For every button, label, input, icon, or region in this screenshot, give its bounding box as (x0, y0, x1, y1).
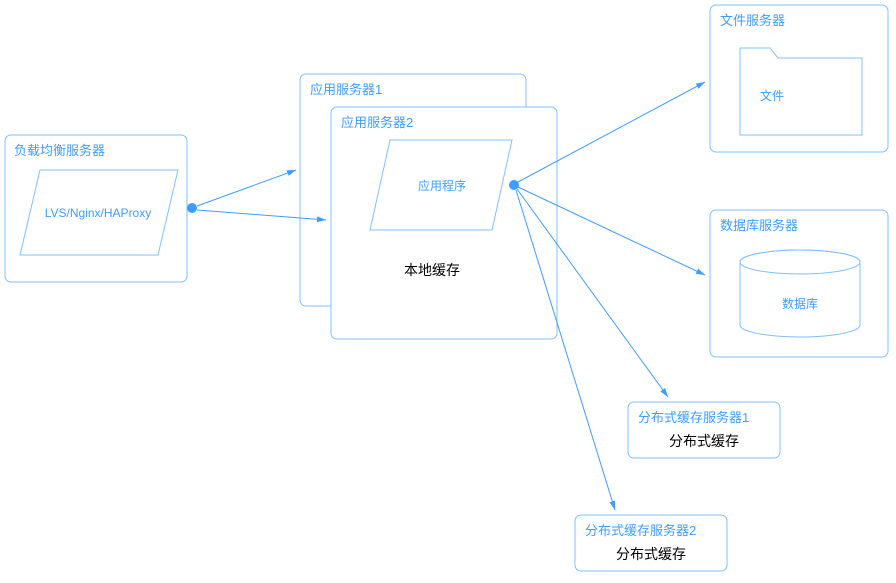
app2-title: 应用服务器2 (341, 115, 413, 130)
load-balancer-node: 负载均衡服务器 LVS/Nginx/HAProxy (5, 135, 187, 282)
architecture-diagram: 负载均衡服务器 LVS/Nginx/HAProxy 应用服务器1 应用服务器2 … (0, 0, 896, 583)
lb-inner-label: LVS/Nginx/HAProxy (45, 206, 151, 220)
dcache-2-node: 分布式缓存服务器2 分布式缓存 (575, 515, 727, 571)
dcache1-title: 分布式缓存服务器1 (638, 410, 749, 425)
dcache2-label: 分布式缓存 (616, 546, 686, 562)
db-server-node: 数据库服务器 数据库 (710, 210, 888, 357)
fileserver-inner-label: 文件 (760, 88, 784, 103)
edge-lb-app1 (197, 170, 296, 206)
app2-cache-label: 本地缓存 (404, 262, 460, 278)
dcache2-title: 分布式缓存服务器2 (585, 523, 696, 538)
app2-inner-label: 应用程序 (418, 178, 466, 193)
dbserver-title: 数据库服务器 (720, 218, 798, 233)
dcache1-label: 分布式缓存 (669, 433, 739, 449)
app1-title: 应用服务器1 (310, 82, 382, 97)
dbserver-inner-label: 数据库 (782, 296, 818, 311)
app-server-2-node: 应用服务器2 应用程序 本地缓存 (331, 107, 557, 339)
fileserver-title: 文件服务器 (720, 13, 785, 28)
lb-title: 负载均衡服务器 (14, 143, 105, 158)
edge-app-dcache2 (516, 190, 615, 510)
file-server-node: 文件服务器 文件 (710, 5, 888, 152)
lb-out-dot (187, 203, 197, 213)
dcache-1-node: 分布式缓存服务器1 分布式缓存 (628, 402, 780, 458)
app-out-dot (509, 180, 519, 190)
